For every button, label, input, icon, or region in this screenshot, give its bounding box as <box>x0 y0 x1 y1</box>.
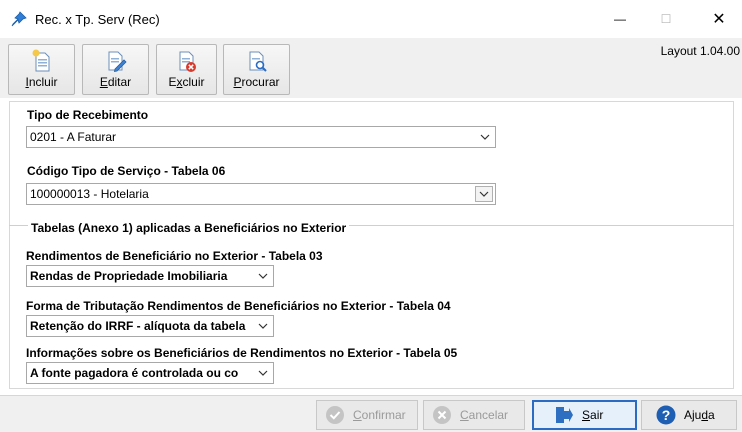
ajuda-button[interactable]: ? Ajuda <box>641 400 737 430</box>
chevron-down-icon[interactable] <box>475 127 495 147</box>
toolbar: Incluir Editar Excluir Procurar Layout 1… <box>0 38 742 98</box>
tributacao-select[interactable]: Retenção do IRRF - alíquota da tabela <box>26 315 274 337</box>
cancelar-button[interactable]: Cancelar <box>423 400 525 430</box>
maximize-button[interactable]: ☐ <box>643 0 689 38</box>
bottom-bar: Confirmar Cancelar Sair ? Ajuda <box>0 395 742 432</box>
delete-document-icon <box>176 49 198 73</box>
procurar-label: Procurar <box>233 75 280 89</box>
editar-button[interactable]: Editar <box>82 44 149 95</box>
codigo-servico-select[interactable]: 100000013 - Hotelaria <box>26 183 496 205</box>
tipo-recebimento-label: Tipo de Recebimento <box>27 108 149 122</box>
chevron-down-icon[interactable] <box>475 186 493 202</box>
sair-label: Sair <box>582 408 604 422</box>
cancelar-label: Cancelar <box>460 408 509 422</box>
chevron-down-icon[interactable] <box>253 266 273 286</box>
help-icon: ? <box>656 405 676 425</box>
edit-document-icon <box>105 49 127 73</box>
title-bar: Rec. x Tp. Serv (Rec) — ☐ ✕ <box>0 0 742 38</box>
layout-version: Layout 1.04.00 <box>660 44 740 58</box>
tipo-recebimento-select[interactable]: 0201 - A Faturar <box>26 126 496 148</box>
new-document-icon <box>31 49 53 73</box>
incluir-button[interactable]: Incluir <box>8 44 75 95</box>
chevron-down-icon[interactable] <box>253 316 273 336</box>
informacoes-value: A fonte pagadora é controlada ou co <box>30 366 239 380</box>
informacoes-label: Informações sobre os Beneficiários de Re… <box>26 346 458 360</box>
search-document-icon <box>246 49 268 73</box>
chevron-down-icon[interactable] <box>253 363 273 383</box>
informacoes-select[interactable]: A fonte pagadora é controlada ou co <box>26 362 274 384</box>
excluir-button[interactable]: Excluir <box>156 44 217 95</box>
check-icon <box>325 405 345 425</box>
confirmar-label: Confirmar <box>353 408 406 422</box>
confirmar-button[interactable]: Confirmar <box>316 400 418 430</box>
sair-button[interactable]: Sair <box>532 400 637 430</box>
procurar-button[interactable]: Procurar <box>223 44 290 95</box>
close-button[interactable]: ✕ <box>696 0 742 38</box>
excluir-label: Excluir <box>168 75 205 89</box>
exit-icon <box>554 405 574 425</box>
svg-text:?: ? <box>662 407 671 423</box>
ajuda-label: Ajuda <box>684 408 715 422</box>
editar-label: Editar <box>99 75 132 89</box>
tributacao-value: Retenção do IRRF - alíquota da tabela <box>30 319 246 333</box>
window-title: Rec. x Tp. Serv (Rec) <box>35 12 160 27</box>
tipo-recebimento-value: 0201 - A Faturar <box>30 130 117 144</box>
incluir-label: Incluir <box>25 75 58 89</box>
section-title: Tabelas (Anexo 1) aplicadas a Beneficiár… <box>28 221 350 235</box>
pin-icon <box>10 10 28 28</box>
rendimentos-label: Rendimentos de Beneficiário no Exterior … <box>26 249 323 263</box>
rendimentos-value: Rendas de Propriedade Imobiliaria <box>30 269 228 283</box>
cancel-icon <box>432 405 452 425</box>
codigo-servico-value: 100000013 - Hotelaria <box>30 187 149 201</box>
tributacao-label: Forma de Tributação Rendimentos de Benef… <box>26 299 451 313</box>
codigo-servico-label: Código Tipo de Serviço - Tabela 06 <box>27 164 226 178</box>
minimize-button[interactable]: — <box>597 0 643 38</box>
rendimentos-select[interactable]: Rendas de Propriedade Imobiliaria <box>26 265 274 287</box>
